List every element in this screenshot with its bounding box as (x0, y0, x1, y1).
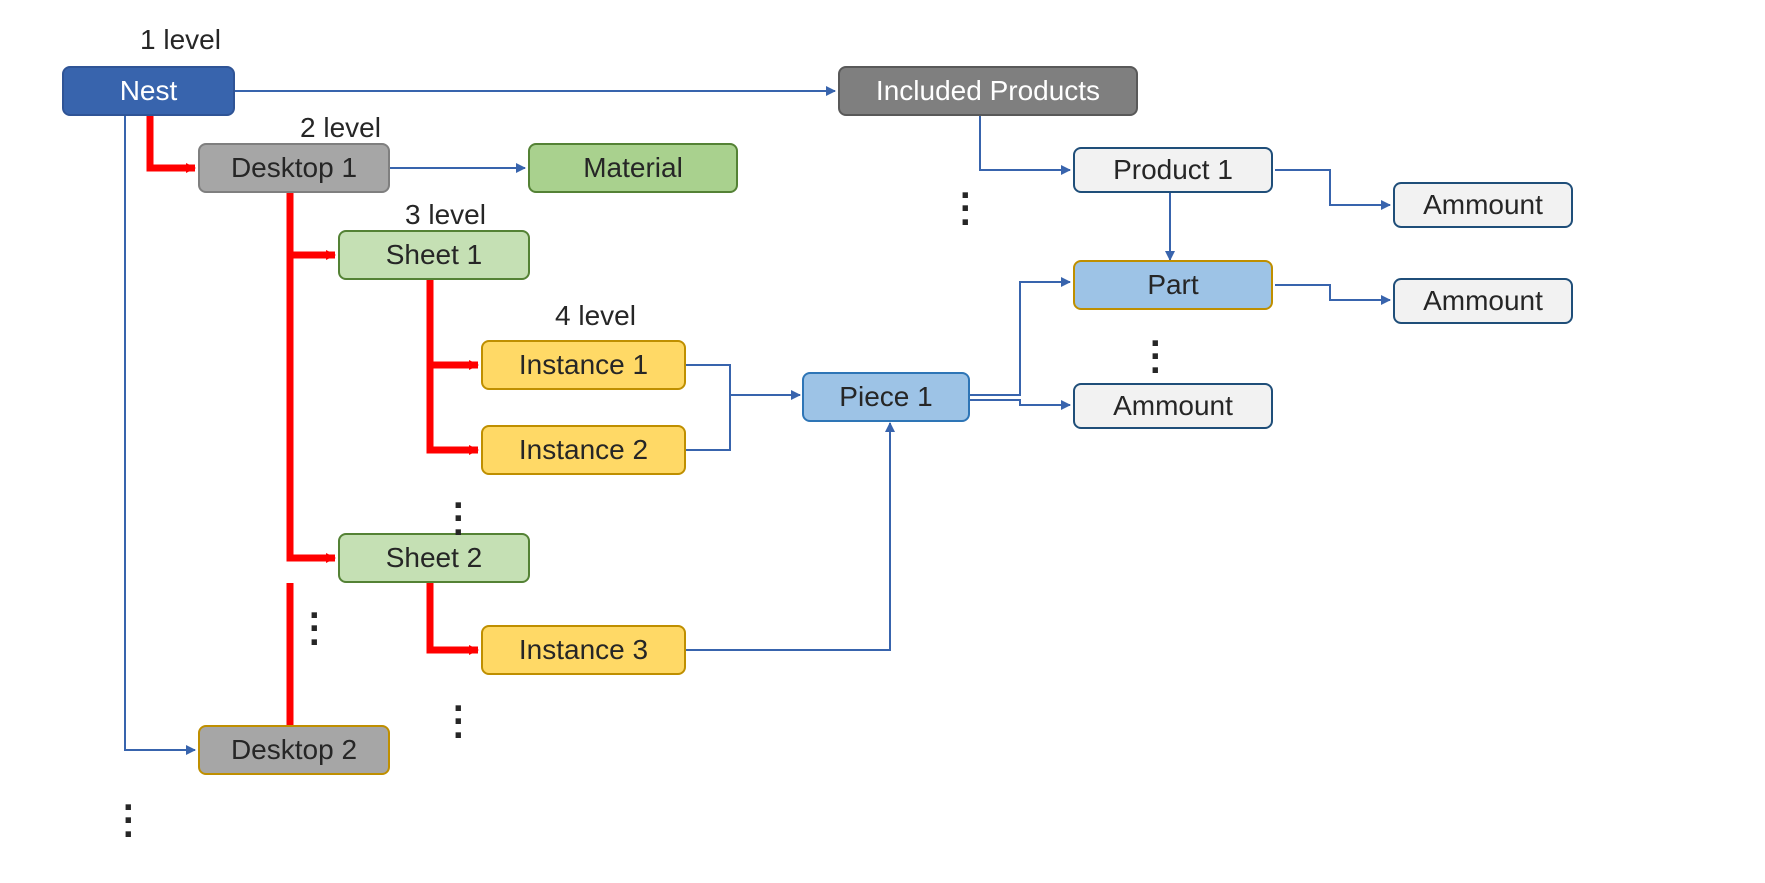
node-piece1-label: Piece 1 (839, 381, 932, 413)
node-instance3: Instance 3 (481, 625, 686, 675)
arrow-nest-desktop1 (150, 116, 195, 168)
arrow-sheet2-instance3 (430, 583, 478, 650)
node-included-label: Included Products (876, 75, 1100, 107)
node-sheet2: Sheet 2 (338, 533, 530, 583)
node-product1-label: Product 1 (1113, 154, 1233, 186)
arrow-part-amm-mid (1275, 285, 1390, 300)
node-product1: Product 1 (1073, 147, 1273, 193)
node-desktop1-label: Desktop 1 (231, 152, 357, 184)
diagram-canvas: 1 level 2 level 3 level 4 level Nest Des… (0, 0, 1765, 883)
node-sheet1: Sheet 1 (338, 230, 530, 280)
arrow-product1-amm-top (1275, 170, 1390, 205)
arrow-instance3-piece1 (685, 423, 890, 650)
node-material: Material (528, 143, 738, 193)
node-material-label: Material (583, 152, 683, 184)
dots-instance3: ... (453, 693, 464, 733)
level1-label: 1 level (140, 24, 221, 56)
dots-part: ... (1150, 328, 1161, 368)
node-sheet1-label: Sheet 1 (386, 239, 483, 271)
arrow-piece1-part (970, 282, 1070, 395)
node-desktop2-label: Desktop 2 (231, 734, 357, 766)
node-nest-label: Nest (120, 75, 178, 107)
arrow-included-product1 (980, 116, 1070, 170)
node-instance3-label: Instance 3 (519, 634, 648, 666)
node-amm-bottom: Ammount (1073, 383, 1273, 429)
arrow-sheet1-instance2 (430, 280, 478, 450)
arrow-nest-desktop2 (125, 116, 195, 750)
node-sheet2-label: Sheet 2 (386, 542, 483, 574)
arrow-instance1-piece1 (685, 365, 800, 395)
node-amm-mid: Ammount (1393, 278, 1573, 324)
dots-sheet: ... (309, 600, 320, 640)
node-amm-mid-label: Ammount (1423, 285, 1543, 317)
dots-left: ... (123, 792, 134, 832)
level3-label: 3 level (405, 199, 486, 231)
node-instance1-label: Instance 1 (519, 349, 648, 381)
node-instance1: Instance 1 (481, 340, 686, 390)
node-part: Part (1073, 260, 1273, 310)
arrow-desktop1-sheet1 (290, 193, 335, 255)
arrow-sheet1-instance1 (430, 280, 478, 365)
dots-included: ... (960, 180, 971, 220)
node-amm-top: Ammount (1393, 182, 1573, 228)
node-nest: Nest (62, 66, 235, 116)
node-instance2: Instance 2 (481, 425, 686, 475)
node-instance2-label: Instance 2 (519, 434, 648, 466)
arrow-instance2-piece1 (685, 395, 730, 450)
arrow-piece1-amm-bottom (970, 400, 1070, 405)
dots-instance12: ... (453, 490, 464, 530)
node-included: Included Products (838, 66, 1138, 116)
node-amm-bottom-label: Ammount (1113, 390, 1233, 422)
node-desktop1: Desktop 1 (198, 143, 390, 193)
arrow-desktop1-sheet2 (290, 193, 335, 558)
node-part-label: Part (1147, 269, 1198, 301)
node-desktop2: Desktop 2 (198, 725, 390, 775)
node-piece1: Piece 1 (802, 372, 970, 422)
node-amm-top-label: Ammount (1423, 189, 1543, 221)
level4-label: 4 level (555, 300, 636, 332)
level2-label: 2 level (300, 112, 381, 144)
